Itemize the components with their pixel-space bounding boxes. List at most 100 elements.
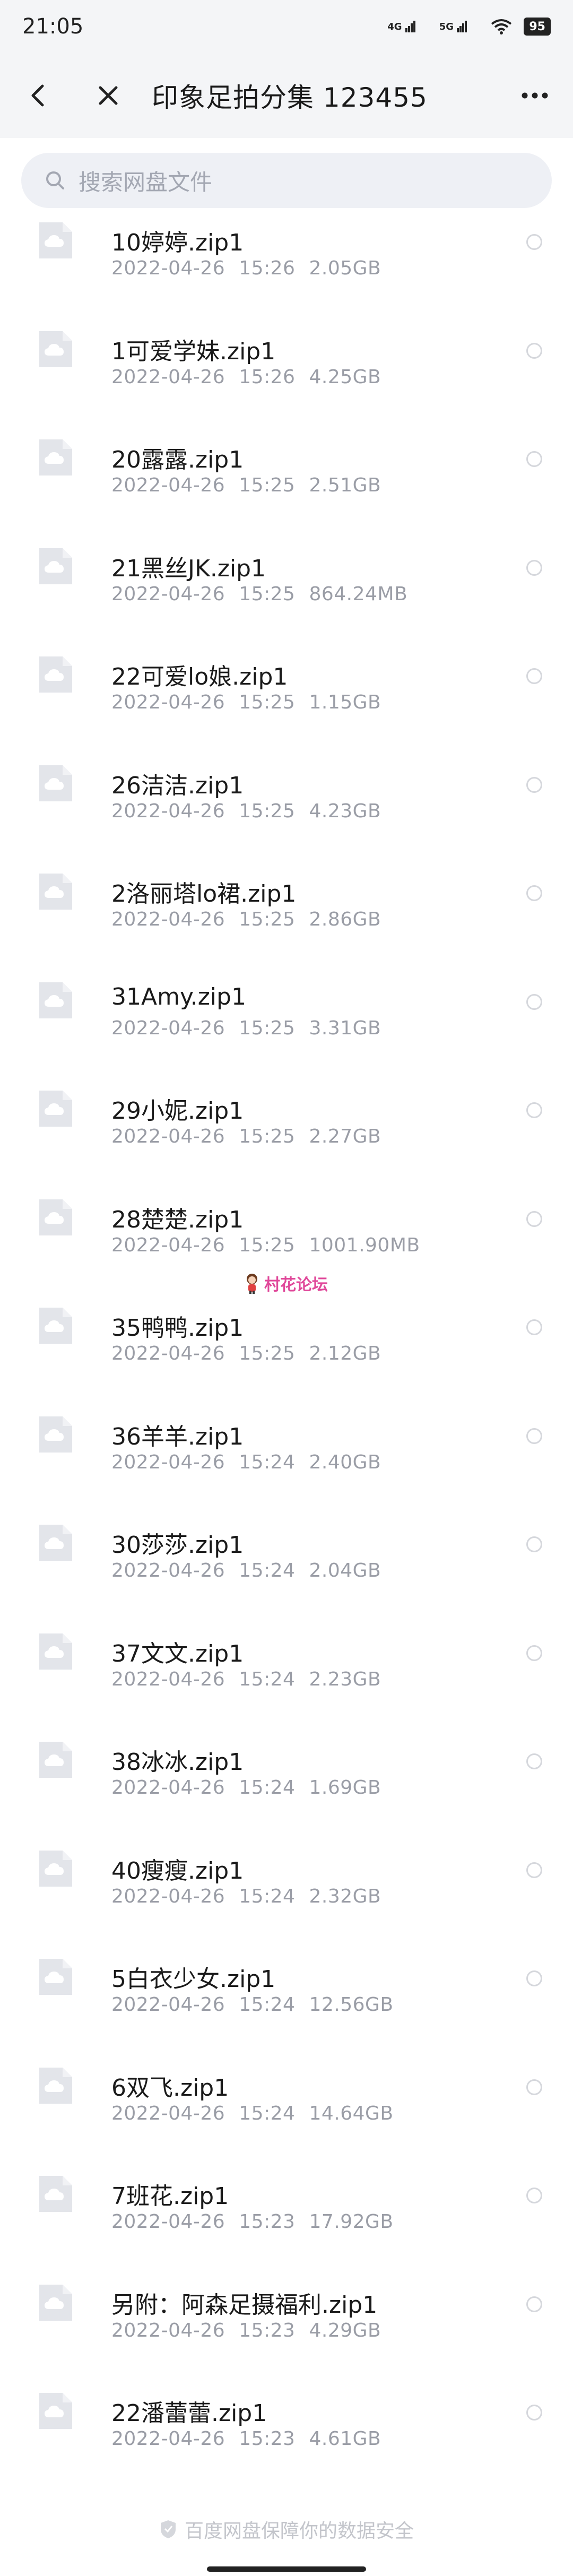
- signal-5g-icon: 5G: [439, 21, 480, 32]
- file-meta: 2022-04-26 15:25 3.31GB: [111, 1017, 395, 1039]
- footer: 百度网盘保障你的数据安全: [0, 2516, 573, 2543]
- file-name: 6双飞.zip1: [111, 2074, 229, 2102]
- select-radio[interactable]: [526, 2296, 542, 2312]
- file-time: 15:26: [239, 366, 296, 388]
- file-date: 2022-04-26: [111, 2102, 225, 2124]
- home-indicator[interactable]: [207, 2566, 366, 2572]
- select-radio[interactable]: [526, 234, 542, 250]
- file-time: 15:24: [239, 2102, 296, 2124]
- select-radio[interactable]: [526, 451, 542, 467]
- file-time: 15:24: [239, 1994, 296, 2016]
- select-radio[interactable]: [526, 559, 542, 576]
- file-size: 4.61GB: [309, 2428, 381, 2450]
- file-size: 2.32GB: [309, 1885, 381, 1907]
- file-cloud-icon: [39, 1850, 72, 1887]
- file-date: 2022-04-26: [111, 1560, 225, 1581]
- file-meta: 2022-04-26 15:25 1001.90MB: [111, 1234, 434, 1256]
- file-meta: 2022-04-26 15:24 14.64GB: [111, 2103, 407, 2124]
- file-cloud-icon: [39, 874, 72, 910]
- file-meta: 2022-04-26 15:25 2.86GB: [111, 909, 395, 930]
- select-radio[interactable]: [526, 1862, 542, 1878]
- file-date: 2022-04-26: [111, 2428, 225, 2450]
- select-radio[interactable]: [526, 1645, 542, 1661]
- close-button[interactable]: [91, 79, 125, 113]
- file-row[interactable]: 20露露.zip1 2022-04-26 15:25 2.51GB: [0, 421, 573, 530]
- file-row[interactable]: 7班花.zip1 2022-04-26 15:23 17.92GB: [0, 2158, 573, 2267]
- file-time: 15:24: [239, 1560, 296, 1581]
- app-header: 印象足拍分集 123455: [0, 53, 573, 138]
- select-radio[interactable]: [526, 885, 542, 901]
- file-name: 37文文.zip1: [111, 1640, 244, 1667]
- select-radio[interactable]: [526, 1753, 542, 1769]
- file-meta: 2022-04-26 15:25 4.23GB: [111, 800, 395, 822]
- select-radio[interactable]: [526, 2079, 542, 2095]
- select-radio[interactable]: [526, 342, 542, 359]
- file-meta: 2022-04-26 15:24 1.69GB: [111, 1777, 395, 1799]
- search-input[interactable]: 搜索网盘文件: [21, 153, 552, 208]
- file-cloud-icon: [39, 1959, 72, 1995]
- footer-text: 百度网盘保障你的数据安全: [184, 2520, 414, 2542]
- file-row[interactable]: 2洛丽塔lo裙.zip1 2022-04-26 15:25 2.86GB: [0, 855, 573, 964]
- select-radio[interactable]: [526, 1211, 542, 1227]
- close-icon: [99, 86, 118, 105]
- file-time: 15:25: [239, 1234, 296, 1256]
- status-icons: 4G 5G 95: [387, 18, 551, 36]
- file-cloud-icon: [39, 1525, 72, 1561]
- file-size: 864.24MB: [309, 583, 408, 605]
- select-radio[interactable]: [526, 1102, 542, 1118]
- select-radio[interactable]: [526, 2188, 542, 2203]
- file-name: 1可爱学妹.zip1: [111, 338, 276, 365]
- select-radio[interactable]: [526, 668, 542, 684]
- file-row[interactable]: 40瘦瘦.zip1 2022-04-26 15:24 2.32GB: [0, 1832, 573, 1941]
- select-radio[interactable]: [526, 2405, 542, 2421]
- select-radio[interactable]: [526, 1536, 542, 1552]
- file-row[interactable]: 22潘蕾蕾.zip1 2022-04-26 15:23 4.61GB: [0, 2375, 573, 2484]
- file-size: 2.23GB: [309, 1668, 381, 1690]
- file-meta: 2022-04-26 15:24 2.04GB: [111, 1560, 395, 1581]
- file-row[interactable]: 10婷婷.zip1 2022-04-26 15:26 2.05GB: [0, 204, 573, 313]
- file-row[interactable]: 26洁洁.zip1 2022-04-26 15:25 4.23GB: [0, 747, 573, 856]
- file-date: 2022-04-26: [111, 1885, 225, 1907]
- file-meta: 2022-04-26 15:24 2.23GB: [111, 1669, 395, 1690]
- file-row[interactable]: 31Amy.zip1 2022-04-26 15:25 3.31GB: [0, 964, 573, 1073]
- file-cloud-icon: [39, 1416, 72, 1453]
- more-options-button[interactable]: [518, 79, 552, 113]
- file-row[interactable]: 35鸭鸭.zip1 2022-04-26 15:25 2.12GB: [0, 1290, 573, 1398]
- file-size: 1.15GB: [309, 691, 381, 713]
- select-radio[interactable]: [526, 776, 542, 793]
- file-row[interactable]: 5白衣少女.zip1 2022-04-26 15:24 12.56GB: [0, 1941, 573, 2050]
- cartoon-avatar-icon: [247, 1274, 257, 1294]
- file-row[interactable]: 36羊羊.zip1 2022-04-26 15:24 2.40GB: [0, 1398, 573, 1507]
- file-meta: 2022-04-26 15:23 17.92GB: [111, 2211, 407, 2233]
- file-meta: 2022-04-26 15:25 2.51GB: [111, 474, 395, 496]
- file-row[interactable]: 另附：阿森足摄福利.zip1 2022-04-26 15:23 4.29GB: [0, 2267, 573, 2375]
- select-radio[interactable]: [526, 993, 542, 1010]
- select-radio[interactable]: [526, 1970, 542, 1986]
- file-row[interactable]: 29小妮.zip1 2022-04-26 15:25 2.27GB: [0, 1073, 573, 1181]
- file-date: 2022-04-26: [111, 1234, 225, 1256]
- file-row[interactable]: 37文文.zip1 2022-04-26 15:24 2.23GB: [0, 1615, 573, 1724]
- file-row[interactable]: 30莎莎.zip1 2022-04-26 15:24 2.04GB: [0, 1507, 573, 1615]
- watermark: 村花论坛: [243, 1272, 328, 1295]
- search-placeholder: 搜索网盘文件: [79, 169, 213, 195]
- signal-4g-label: 4G: [387, 21, 402, 32]
- file-row[interactable]: 22可爱lo娘.zip1 2022-04-26 15:25 1.15GB: [0, 638, 573, 747]
- file-row[interactable]: 1可爱学妹.zip1 2022-04-26 15:26 4.25GB: [0, 313, 573, 422]
- file-date: 2022-04-26: [111, 2319, 225, 2341]
- file-cloud-icon: [39, 1308, 72, 1344]
- back-button[interactable]: [21, 79, 55, 113]
- file-cloud-icon: [39, 765, 72, 801]
- file-row[interactable]: 6双飞.zip1 2022-04-26 15:24 14.64GB: [0, 2050, 573, 2158]
- file-meta: 2022-04-26 15:23 4.61GB: [111, 2428, 395, 2450]
- file-time: 15:23: [239, 2428, 296, 2450]
- file-row[interactable]: 21黑丝JK.zip1 2022-04-26 15:25 864.24MB: [0, 530, 573, 639]
- file-name: 40瘦瘦.zip1: [111, 1857, 244, 1885]
- select-radio[interactable]: [526, 1428, 542, 1444]
- file-name: 5白衣少女.zip1: [111, 1966, 276, 1993]
- select-radio[interactable]: [526, 1319, 542, 1335]
- file-size: 2.86GB: [309, 909, 381, 930]
- file-meta: 2022-04-26 15:26 2.05GB: [111, 257, 395, 279]
- file-row[interactable]: 38冰冰.zip1 2022-04-26 15:24 1.69GB: [0, 1724, 573, 1832]
- file-date: 2022-04-26: [111, 1777, 225, 1799]
- file-time: 15:25: [239, 474, 296, 496]
